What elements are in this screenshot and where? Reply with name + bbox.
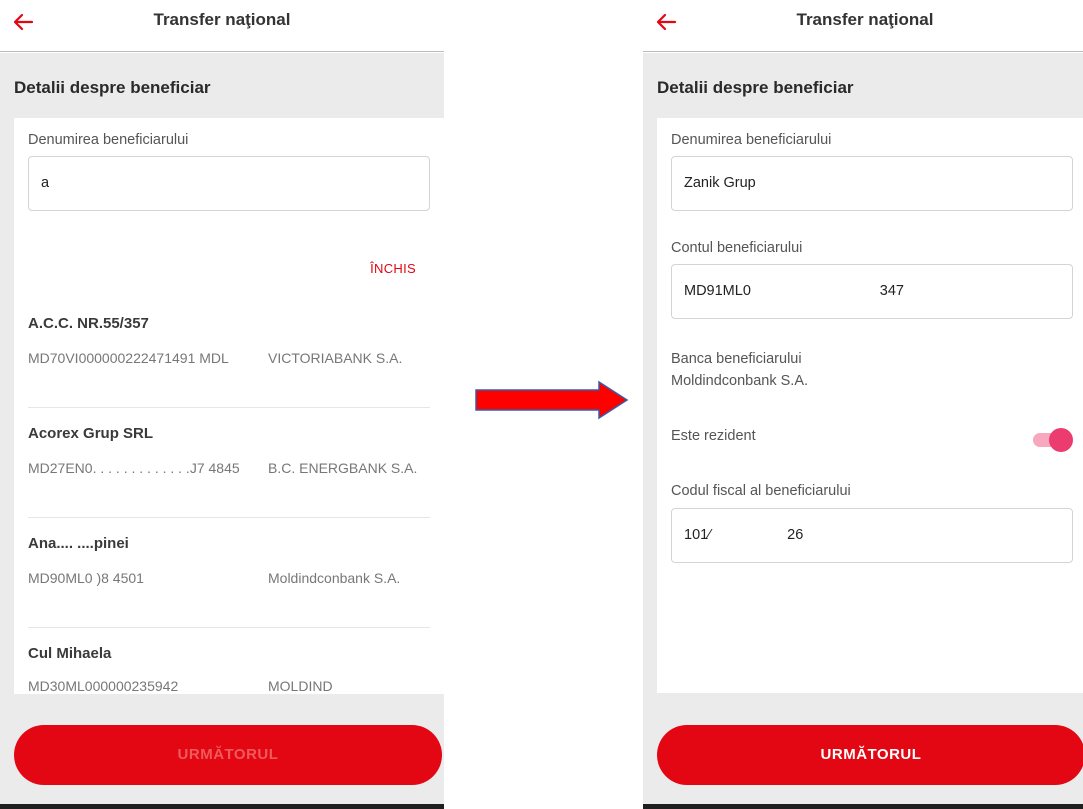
- beneficiary-name-label: Denumirea beneficiarului: [671, 132, 832, 148]
- beneficiary-bank-value: Moldindconbank S.A.: [671, 373, 809, 389]
- top-app-bar: Transfer naţional: [643, 0, 1083, 52]
- beneficiary-account-label: Contul beneficiarului: [671, 240, 803, 256]
- page-title: Transfer naţional: [153, 10, 291, 29]
- suggestion-bank: VICTORIABANK S.A.: [268, 350, 403, 366]
- fiscal-code-value: 101⁄ 26: [684, 527, 804, 543]
- arrow-right-icon: [474, 380, 629, 420]
- next-button[interactable]: URMĂTORUL: [14, 725, 442, 785]
- beneficiary-bank-label: Banca beneficiarului: [671, 351, 802, 367]
- beneficiary-card: Denumirea beneficiarului Zanik Grup Cont…: [657, 118, 1083, 693]
- suggestion-account: MD30ML000000235942: [28, 678, 179, 694]
- suggestion-item[interactable]: A.C.C. NR.55/357 MD70VI000000222471491 M…: [28, 298, 430, 408]
- suggestion-bank: Moldindconbank S.A.: [268, 570, 401, 586]
- suggestion-name: Acorex Grup SRL: [28, 425, 154, 442]
- toggle-knob: [1049, 428, 1073, 452]
- fiscal-code-input[interactable]: 101⁄ 26: [671, 508, 1073, 563]
- resident-toggle[interactable]: [1031, 428, 1073, 452]
- beneficiary-name-input[interactable]: a: [28, 156, 430, 211]
- beneficiary-name-input[interactable]: Zanik Grup: [671, 156, 1073, 211]
- resident-label: Este rezident: [671, 428, 756, 444]
- system-nav-bar: [643, 804, 1083, 809]
- suggestion-account: MD70VI000000222471491 MDL: [28, 350, 229, 366]
- suggestion-item[interactable]: Cul Mihaela MD30ML000000235942 MOLDIND: [28, 628, 430, 694]
- top-app-bar: Transfer naţional: [0, 0, 444, 52]
- suggestion-name: Cul Mihaela: [28, 645, 112, 662]
- suggestion-item[interactable]: Acorex Grup SRL MD27EN0. . . . . . . . .…: [28, 408, 430, 518]
- beneficiary-account-input[interactable]: MD91ML0 347: [671, 264, 1073, 319]
- suggestion-account: MD90ML0 )8 4501: [28, 570, 144, 586]
- screen-beneficiary-search: Transfer naţional Detalii despre benefic…: [0, 0, 444, 809]
- beneficiary-card: Denumirea beneficiarului a ÎNCHIS A.C.C.…: [14, 118, 444, 694]
- system-nav-bar: [0, 804, 444, 809]
- beneficiary-account-value: MD91ML0 347: [684, 283, 904, 299]
- page-title: Transfer naţional: [796, 10, 934, 29]
- close-suggestions-link[interactable]: ÎNCHIS: [370, 261, 416, 276]
- fiscal-code-label: Codul fiscal al beneficiarului: [671, 483, 851, 499]
- beneficiary-name-label: Denumirea beneficiarului: [28, 132, 189, 148]
- screen-beneficiary-details: Transfer naţional Detalii despre benefic…: [643, 0, 1083, 809]
- content-area: Detalii despre beneficiar Denumirea bene…: [0, 53, 444, 805]
- suggestion-item[interactable]: Ana.... ....pinei MD90ML0 )8 4501 Moldin…: [28, 518, 430, 628]
- next-button[interactable]: URMĂTORUL: [657, 725, 1083, 785]
- section-title: Detalii despre beneficiar: [14, 78, 211, 97]
- content-area: Detalii despre beneficiar Denumirea bene…: [643, 53, 1083, 805]
- suggestion-bank: B.C. ENERGBANK S.A.: [268, 460, 418, 476]
- suggestions-list: A.C.C. NR.55/357 MD70VI000000222471491 M…: [28, 298, 430, 694]
- suggestion-name: Ana.... ....pinei: [28, 535, 129, 552]
- suggestion-bank: MOLDIND: [268, 678, 333, 694]
- beneficiary-bank: Banca beneficiarului Moldindconbank S.A.: [671, 348, 808, 392]
- suggestion-name: A.C.C. NR.55/357: [28, 315, 149, 332]
- suggestion-account: MD27EN0. . . . . . . . . . . . .J7 4845: [28, 460, 240, 476]
- resident-row: Este rezident: [671, 426, 1073, 456]
- section-title: Detalii despre beneficiar: [657, 78, 854, 97]
- beneficiary-name-value: Zanik Grup: [684, 175, 756, 191]
- beneficiary-name-value: a: [41, 175, 50, 191]
